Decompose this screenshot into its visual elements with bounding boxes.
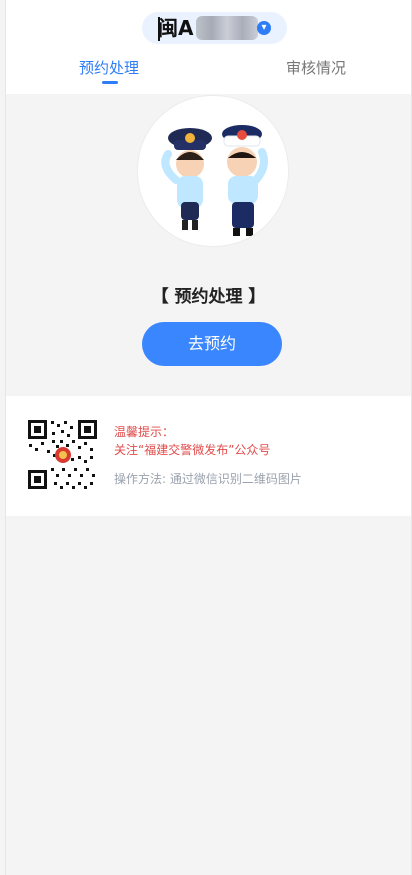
tab-review-status[interactable]: 审核情况 xyxy=(286,58,346,78)
go-appointment-button[interactable]: 去预约 xyxy=(142,322,282,366)
tip-method-text: 操作方法: 通过微信识别二维码图片 xyxy=(114,472,302,486)
text-caret xyxy=(158,17,160,41)
police-mascot-icon xyxy=(139,97,287,245)
active-tab-indicator xyxy=(102,81,118,84)
section-title: 【 预约处理 】 xyxy=(151,287,266,307)
police-mascot-avatar xyxy=(137,95,289,247)
plate-blurred-mask xyxy=(196,16,258,40)
tip-follow-text: 关注“福建交警微发布”公众号 xyxy=(114,443,271,457)
app-frame: 闽A ▾ 预约处理 审核情况 【 预约处理 】 去预约 温馨提示： 关注“福建交… xyxy=(5,0,412,875)
tips-card: 温馨提示： 关注“福建交警微发布”公众号 操作方法: 通过微信识别二维码图片 xyxy=(6,396,411,516)
tab-appointment-processing[interactable]: 预约处理 xyxy=(79,58,139,78)
qr-code-icon xyxy=(26,418,99,491)
top-header: 闽A ▾ 预约处理 审核情况 xyxy=(6,0,411,94)
plate-number: 闽A xyxy=(158,16,194,40)
tip-title: 温馨提示： xyxy=(114,425,175,439)
chevron-down-icon[interactable]: ▾ xyxy=(257,21,271,35)
